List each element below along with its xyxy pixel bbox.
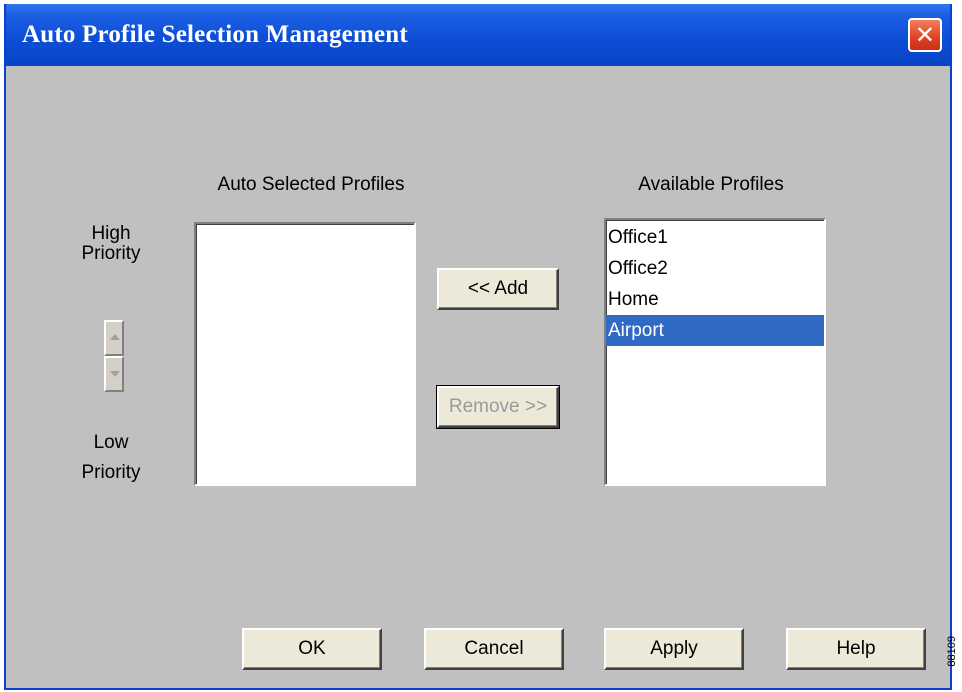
low-priority-label: Low Priority — [74, 428, 148, 488]
profile-list-item[interactable]: Office1 — [606, 222, 824, 253]
auto-selected-listbox[interactable] — [194, 222, 416, 486]
cancel-button[interactable]: Cancel — [424, 628, 564, 670]
dialog-window: Auto Profile Selection Management ✕ High… — [4, 4, 952, 690]
high-priority-line1: High — [91, 223, 131, 244]
move-up-button[interactable] — [104, 320, 124, 356]
apply-button[interactable]: Apply — [604, 628, 744, 670]
low-priority-line1: Low — [93, 432, 129, 453]
add-button[interactable]: << Add — [437, 268, 559, 310]
auto-selected-heading: Auto Selected Profiles — [217, 174, 405, 195]
close-icon: ✕ — [914, 21, 936, 49]
close-button[interactable]: ✕ — [908, 18, 942, 52]
profile-list-item[interactable]: Home — [606, 284, 824, 315]
up-arrow-icon — [110, 334, 120, 340]
ok-button[interactable]: OK — [242, 628, 382, 670]
available-listbox[interactable]: Office1 Office2 Home Airport — [604, 218, 826, 486]
low-priority-line2: Priority — [81, 462, 141, 483]
move-down-button[interactable] — [104, 356, 124, 392]
high-priority-label: High Priority — [76, 224, 146, 264]
down-arrow-icon — [110, 371, 120, 377]
high-priority-line2: Priority — [81, 243, 141, 264]
window-title: Auto Profile Selection Management — [22, 21, 408, 48]
profile-list-item[interactable]: Airport — [606, 315, 824, 346]
title-bar[interactable]: Auto Profile Selection Management ✕ — [6, 4, 950, 66]
help-button[interactable]: Help — [786, 628, 926, 670]
dialog-client-area: High Priority Low Priority Auto Selected… — [6, 66, 950, 690]
available-heading: Available Profiles — [638, 174, 784, 195]
figure-number: 88109 — [946, 636, 958, 667]
remove-button[interactable]: Remove >> — [436, 385, 560, 429]
profile-list-item[interactable]: Office2 — [606, 253, 824, 284]
